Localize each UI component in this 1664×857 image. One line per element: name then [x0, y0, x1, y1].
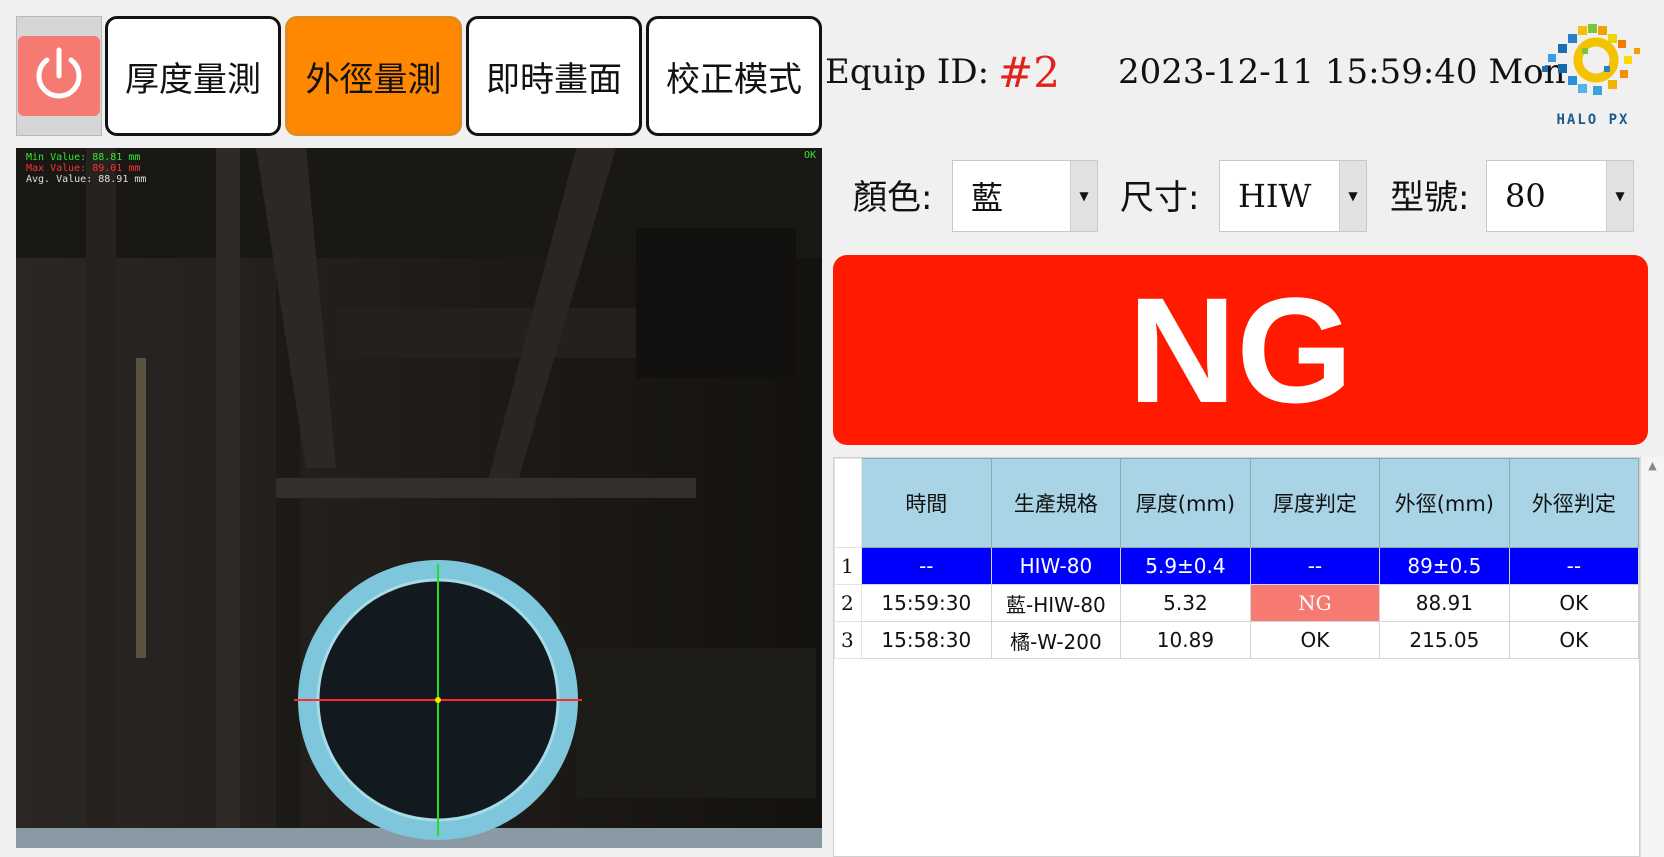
datetime: 2023-12-11 15:59:40 Mon.	[1118, 52, 1577, 92]
cell-spec[interactable]: HIW-80	[990, 547, 1122, 585]
cell-od[interactable]: 88.91	[1379, 584, 1510, 622]
cell-od[interactable]: 89±0.5	[1379, 547, 1510, 585]
cell-od-judge[interactable]: OK	[1508, 621, 1639, 659]
tab-live-view[interactable]: 即時畫面	[466, 16, 642, 136]
power-icon	[36, 47, 82, 99]
scroll-up-icon[interactable]: ▲	[1641, 457, 1664, 472]
cell-thickness-judge[interactable]: NG	[1249, 584, 1381, 622]
tab-calibration-label: 校正模式	[666, 59, 802, 100]
model-select-value: 80	[1505, 177, 1546, 215]
col-header-od-judge[interactable]: 外徑判定	[1508, 458, 1639, 548]
table-row[interactable]: 3 15:58:30 橘-W-200 10.89 OK 215.05 OK	[834, 621, 1639, 659]
cell-spec[interactable]: 橘-W-200	[990, 621, 1122, 659]
cell-spec[interactable]: 藍-HIW-80	[990, 584, 1122, 622]
avg-value-text: Avg. Value: 88.91 mm	[26, 174, 147, 185]
col-header-thickness[interactable]: 厚度(mm)	[1120, 458, 1251, 548]
chevron-down-icon[interactable]: ▼	[1339, 161, 1366, 231]
color-label: 顏色:	[853, 178, 933, 218]
cell-thickness-judge[interactable]: OK	[1249, 621, 1381, 659]
result-text: NG	[1128, 265, 1353, 434]
row-number: 2	[834, 584, 862, 622]
cell-time[interactable]: 15:59:30	[860, 584, 992, 622]
grid-header-row: 時間 生產規格 厚度(mm) 厚度判定 外徑(mm) 外徑判定	[834, 458, 1639, 548]
col-header-od[interactable]: 外徑(mm)	[1379, 458, 1510, 548]
color-select[interactable]: 藍 ▼	[952, 160, 1098, 232]
chevron-down-icon[interactable]: ▼	[1070, 161, 1097, 231]
row-number: 1	[834, 547, 862, 585]
cell-thickness[interactable]: 5.32	[1120, 584, 1251, 622]
tab-outer-diameter[interactable]: 外徑量測	[285, 16, 462, 136]
grid-corner-cell	[834, 458, 862, 548]
cell-od-judge[interactable]: OK	[1508, 584, 1639, 622]
camera-view: Min Value: 88.81 mm Max Value: 89.01 mm …	[16, 148, 822, 848]
tab-thickness[interactable]: 厚度量測	[105, 16, 281, 136]
equip-id-label: Equip ID:	[825, 52, 990, 92]
camera-image	[16, 148, 822, 848]
cell-thickness[interactable]: 10.89	[1120, 621, 1251, 659]
size-select-value: HIW	[1238, 177, 1312, 215]
result-banner: NG	[833, 255, 1648, 445]
table-row[interactable]: 2 15:59:30 藍-HIW-80 5.32 NG 88.91 OK	[834, 584, 1639, 622]
logo-text: HALO PX	[1556, 112, 1630, 128]
cell-time[interactable]: --	[860, 547, 992, 585]
cell-od[interactable]: 215.05	[1379, 621, 1510, 659]
min-value-text: Min Value: 88.81 mm	[26, 152, 141, 163]
equip-id-value: #2	[998, 48, 1060, 97]
cell-time[interactable]: 15:58:30	[860, 621, 992, 659]
col-header-time[interactable]: 時間	[860, 458, 992, 548]
camera-status-text: OK	[804, 150, 817, 161]
cell-thickness-judge[interactable]: --	[1249, 547, 1381, 585]
col-header-spec[interactable]: 生產規格	[990, 458, 1122, 548]
tab-outer-diameter-label: 外徑量測	[305, 59, 442, 100]
power-button[interactable]	[18, 36, 100, 116]
tab-calibration[interactable]: 校正模式	[646, 16, 822, 136]
size-select[interactable]: HIW ▼	[1219, 160, 1367, 232]
col-header-thickness-judge[interactable]: 厚度判定	[1249, 458, 1381, 548]
cell-od-judge[interactable]: --	[1508, 547, 1639, 585]
size-label: 尺寸:	[1120, 178, 1200, 218]
chevron-down-icon[interactable]: ▼	[1606, 161, 1633, 231]
grid-scrollbar[interactable]: ▲	[1640, 457, 1664, 857]
model-label: 型號:	[1390, 178, 1470, 218]
table-row[interactable]: 1 -- HIW-80 5.9±0.4 -- 89±0.5 --	[834, 547, 1639, 585]
tab-live-view-label: 即時畫面	[486, 59, 622, 100]
color-select-value: 藍	[971, 179, 1004, 217]
cell-thickness[interactable]: 5.9±0.4	[1120, 547, 1251, 585]
model-select[interactable]: 80 ▼	[1486, 160, 1634, 232]
row-number: 3	[834, 621, 862, 659]
max-value-text: Max Value: 89.01 mm	[26, 163, 141, 174]
results-grid[interactable]: 時間 生產規格 厚度(mm) 厚度判定 外徑(mm) 外徑判定 1 -- HIW…	[833, 457, 1640, 857]
tab-thickness-label: 厚度量測	[125, 59, 261, 100]
